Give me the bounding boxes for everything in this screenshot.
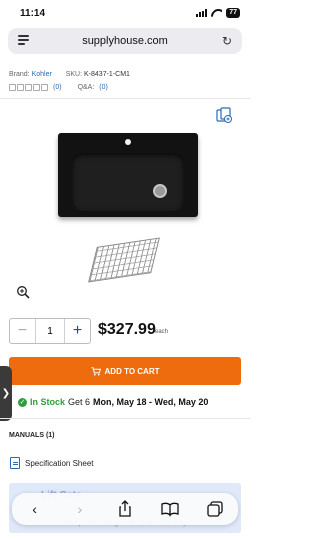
specification-sheet-link[interactable]: Specification Sheet [25, 459, 94, 468]
reload-icon[interactable]: ↻ [222, 34, 232, 48]
review-count-link[interactable]: (0) [53, 84, 62, 91]
product-price: $327.99 [98, 321, 156, 338]
url-bar[interactable]: supplyhouse.com ↻ [8, 28, 242, 54]
url-text[interactable]: supplyhouse.com [8, 35, 242, 47]
compare-icon[interactable] [216, 107, 232, 123]
star-icon [9, 84, 16, 91]
delivery-window: Mon, May 18 - Wed, May 20 [93, 397, 209, 407]
battery-icon: 77 [226, 8, 240, 18]
sink-basin [72, 153, 184, 211]
price-unit: each [155, 329, 169, 335]
add-to-cart-label: ADD TO CART [104, 366, 160, 376]
star-icon [25, 84, 32, 91]
bookmarks-icon[interactable] [160, 499, 180, 519]
back-icon[interactable]: ‹ [25, 499, 45, 519]
quantity-stepper[interactable]: − + [9, 318, 91, 344]
stock-status: In Stock [30, 397, 66, 407]
rating-row: (0) Q&A: (0) [9, 84, 108, 91]
brand-label: Brand: [9, 71, 30, 78]
browser-toolbar: ‹ › [12, 493, 238, 525]
star-icon [33, 84, 40, 91]
brand-link[interactable]: Kohler [32, 71, 52, 78]
manuals-heading: MANUALS (1) [9, 432, 55, 439]
stock-row: ✓ In Stock Get 6 Mon, May 18 - Wed, May … [18, 397, 208, 407]
quantity-input[interactable] [35, 319, 65, 343]
check-icon: ✓ [18, 397, 27, 407]
wifi-icon [211, 9, 222, 17]
qa-count-link[interactable]: (0) [99, 84, 108, 91]
manual-item[interactable]: Specification Sheet [10, 457, 94, 469]
side-drawer-tab[interactable]: ❯ [0, 366, 12, 421]
star-rating[interactable] [9, 84, 48, 91]
add-to-cart-button[interactable]: ADD TO CART [9, 357, 241, 385]
cart-icon [91, 366, 101, 375]
faucet-hole [125, 139, 131, 145]
chevron-right-icon: ❯ [1, 388, 11, 399]
qa-label: Q&A: [77, 84, 95, 91]
brand-sku-row: Brand: Kohler SKU: K-8437-1-CM1 [9, 71, 130, 78]
status-time: 11:14 [20, 8, 46, 19]
get-quantity-label: Get 6 [68, 397, 91, 407]
quantity-increase-button[interactable]: + [65, 319, 90, 343]
share-icon[interactable] [115, 499, 135, 519]
divider [0, 98, 250, 99]
star-icon [41, 84, 48, 91]
status-icons: 77 [196, 8, 240, 18]
sku-label: SKU: [65, 71, 83, 78]
tabs-icon[interactable] [205, 499, 225, 519]
sku-value: K-8437-1-CM1 [84, 71, 130, 78]
divider [0, 418, 250, 419]
star-icon [17, 84, 24, 91]
product-image[interactable] [58, 133, 198, 217]
quantity-decrease-button[interactable]: − [10, 319, 35, 343]
drain-icon [153, 184, 167, 198]
sink-grid-rack-image [88, 237, 160, 283]
signal-icon [196, 9, 208, 17]
forward-icon[interactable]: › [70, 499, 90, 519]
zoom-icon[interactable] [16, 285, 30, 299]
status-bar: 11:14 77 [0, 0, 250, 26]
document-icon [10, 457, 20, 469]
